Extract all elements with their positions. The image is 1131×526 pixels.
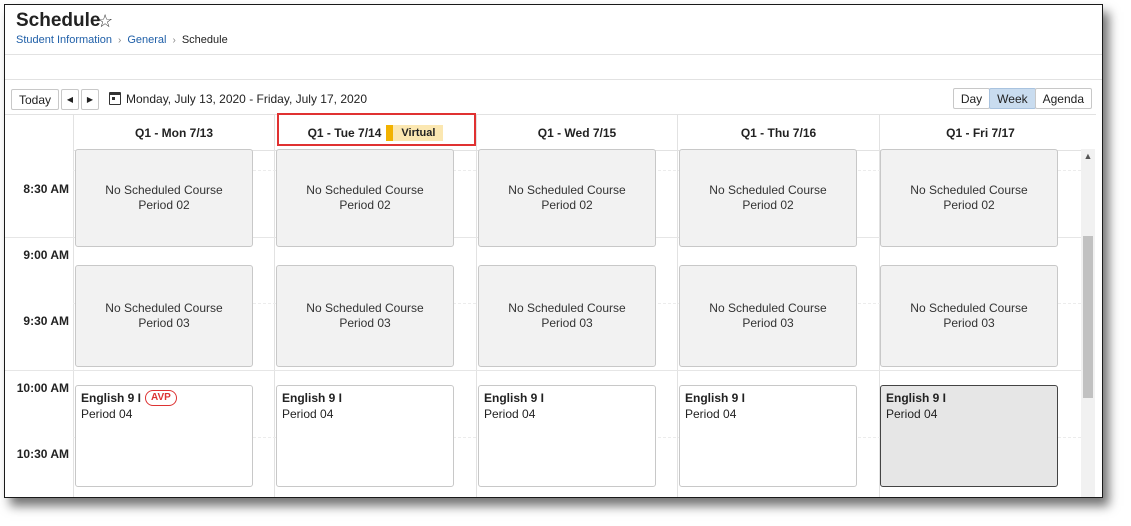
event-title: No Scheduled Course (306, 183, 424, 197)
course-name: English 9 I (886, 391, 947, 405)
event-period: Period 04 (685, 407, 737, 421)
column-divider (677, 151, 678, 497)
event-mon-period-04[interactable]: English 9 I AVP Period 04 (75, 385, 253, 487)
page-header: Schedule ☆ Student Information › General… (5, 5, 1102, 55)
time-label: 9:30 AM (23, 314, 69, 328)
avp-badge: AVP (145, 390, 177, 406)
today-button[interactable]: Today (11, 89, 59, 110)
day-view-button[interactable]: Day (952, 88, 991, 109)
day-header-label: Q1 - Mon 7/13 (134, 125, 214, 140)
event-period: Period 03 (339, 316, 391, 330)
time-label: 10:30 AM (16, 447, 69, 461)
event-mon-period-03[interactable]: No Scheduled Course Period 03 (75, 265, 253, 367)
event-title: No Scheduled Course (709, 183, 827, 197)
event-period: Period 04 (886, 407, 938, 421)
event-period: Period 02 (339, 198, 391, 212)
hour-line (5, 370, 1081, 371)
course-name: English 9 I (282, 391, 343, 405)
day-header-label: Q1 - Wed 7/15 (537, 125, 617, 140)
view-switcher: Day Week Agenda (952, 88, 1092, 109)
event-title: No Scheduled Course (910, 301, 1028, 315)
time-label: 9:00 AM (23, 248, 69, 262)
event-title: No Scheduled Course (508, 301, 626, 315)
day-header-label: Q1 - Fri 7/17 (946, 125, 1015, 140)
caret-left-icon: ◀ (66, 95, 74, 104)
calendar-icon[interactable] (109, 92, 121, 105)
event-period: Period 02 (138, 198, 190, 212)
column-divider (274, 151, 275, 497)
event-thu-period-02[interactable]: No Scheduled Course Period 02 (679, 149, 857, 247)
chevron-right-icon: › (172, 34, 176, 46)
event-thu-period-03[interactable]: No Scheduled Course Period 03 (679, 265, 857, 367)
event-period: Period 02 (742, 198, 794, 212)
date-range: Monday, July 13, 2020 - Friday, July 17,… (126, 92, 368, 106)
event-period: Period 02 (541, 198, 593, 212)
course-name: English 9 I (484, 391, 545, 405)
course-name: English 9 I (81, 391, 142, 405)
event-mon-period-02[interactable]: No Scheduled Course Period 02 (75, 149, 253, 247)
event-title: No Scheduled Course (306, 301, 424, 315)
event-tue-period-04[interactable]: English 9 I Period 04 (276, 385, 454, 487)
event-wed-period-04[interactable]: English 9 I Period 04 (478, 385, 656, 487)
day-header-thu: Q1 - Thu 7/16 (677, 115, 879, 151)
event-title: No Scheduled Course (508, 183, 626, 197)
event-thu-period-04[interactable]: English 9 I Period 04 (679, 385, 857, 487)
breadcrumb-general[interactable]: General (127, 34, 166, 46)
breadcrumb-student-information[interactable]: Student Information (16, 34, 112, 46)
day-header-label: Q1 - Thu 7/16 (740, 125, 817, 140)
event-wed-period-02[interactable]: No Scheduled Course Period 02 (478, 149, 656, 247)
event-tue-period-03[interactable]: No Scheduled Course Period 03 (276, 265, 454, 367)
chevron-right-icon: › (118, 34, 122, 46)
caret-right-icon: ▶ (86, 95, 94, 104)
event-period: Period 03 (138, 316, 190, 330)
course-name: English 9 I (685, 391, 746, 405)
breadcrumb: Student Information › General › Schedule (16, 34, 228, 46)
event-period: Period 03 (943, 316, 995, 330)
event-title: No Scheduled Course (105, 301, 223, 315)
event-period: Period 04 (282, 407, 334, 421)
calendar-toolbar: Today ◀ ▶ Monday, July 13, 2020 - Friday… (5, 79, 1102, 113)
previous-week-button[interactable]: ◀ (61, 89, 79, 110)
column-divider (73, 151, 74, 497)
event-title: No Scheduled Course (105, 183, 223, 197)
event-title: No Scheduled Course (709, 301, 827, 315)
event-period: Period 02 (943, 198, 995, 212)
breadcrumb-schedule: Schedule (181, 34, 228, 46)
day-header-mon: Q1 - Mon 7/13 (73, 115, 274, 151)
next-week-button[interactable]: ▶ (81, 89, 99, 110)
event-wed-period-03[interactable]: No Scheduled Course Period 03 (478, 265, 656, 367)
scrollbar-thumb[interactable] (1083, 236, 1093, 398)
event-period: Period 04 (81, 407, 133, 421)
event-fri-period-02[interactable]: No Scheduled Course Period 02 (880, 149, 1058, 247)
day-header-wed: Q1 - Wed 7/15 (476, 115, 677, 151)
event-title: No Scheduled Course (910, 183, 1028, 197)
week-grid: Q1 - Mon 7/13 Q1 - Tue 7/14 Virtual Q1 -… (5, 114, 1096, 497)
vertical-scrollbar[interactable]: ▲ (1081, 149, 1095, 497)
time-label: 10:00 AM (16, 381, 69, 395)
event-fri-period-03[interactable]: No Scheduled Course Period 03 (880, 265, 1058, 367)
event-period: Period 03 (742, 316, 794, 330)
event-period: Period 03 (541, 316, 593, 330)
agenda-view-button[interactable]: Agenda (1034, 88, 1092, 109)
chevron-up-icon[interactable]: ▲ (1081, 149, 1095, 163)
event-tue-period-02[interactable]: No Scheduled Course Period 02 (276, 149, 454, 247)
highlight-box (277, 113, 476, 146)
day-header-fri: Q1 - Fri 7/17 (879, 115, 1081, 151)
schedule-window: Schedule ☆ Student Information › General… (4, 4, 1103, 498)
star-icon[interactable]: ☆ (97, 10, 113, 32)
event-fri-period-04[interactable]: English 9 I Period 04 (880, 385, 1058, 487)
event-title-row: English 9 I AVP (81, 390, 247, 406)
time-label: 8:30 AM (23, 182, 69, 196)
column-divider (476, 151, 477, 497)
week-view-button[interactable]: Week (989, 88, 1036, 109)
page-title: Schedule (16, 10, 101, 31)
event-period: Period 04 (484, 407, 536, 421)
